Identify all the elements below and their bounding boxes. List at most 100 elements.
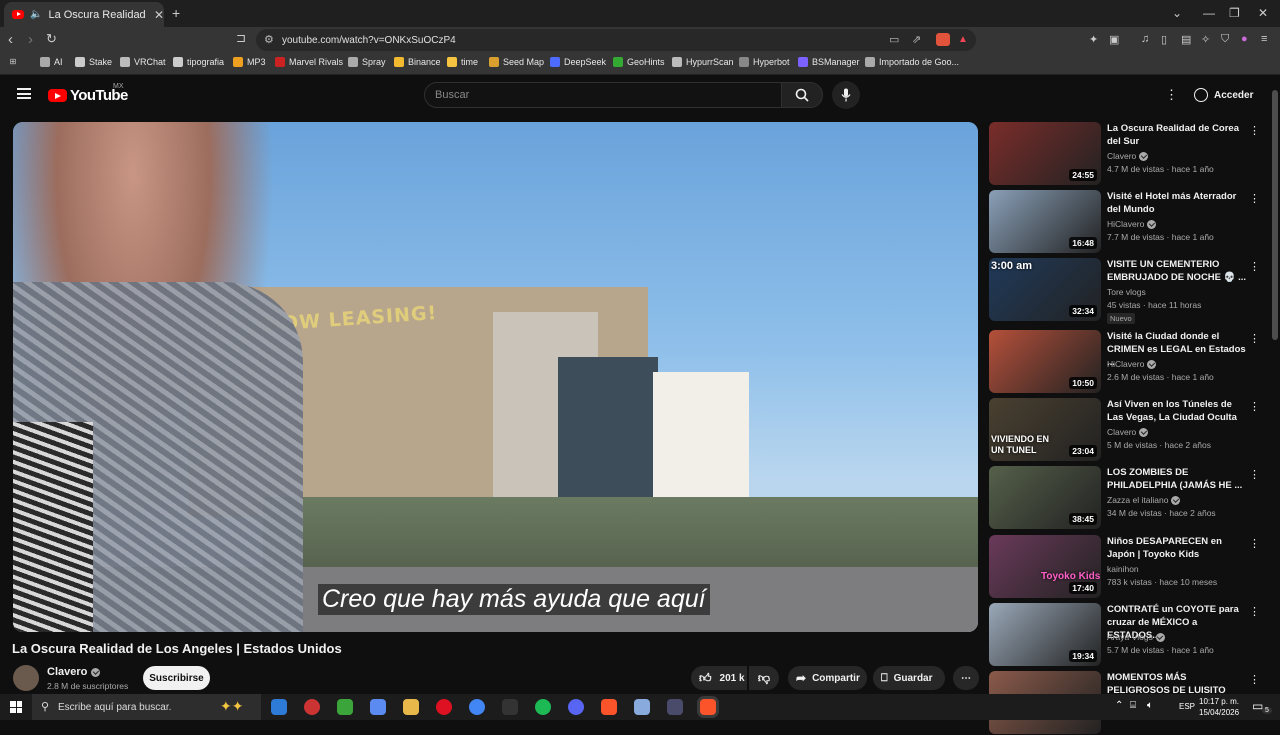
recommended-title[interactable]: VISITE UN CEMENTERIO EMBRUJADO DE NOCHE … [1107, 258, 1247, 284]
recommended-title[interactable]: Niños DESAPARECEN en Japón | Toyoko Kids [1107, 535, 1247, 561]
recommended-channel-row[interactable]: Tore vlogs [1107, 287, 1146, 297]
dislike-button[interactable]: 👎︎ [749, 666, 779, 690]
task-view-icon[interactable] [271, 699, 287, 715]
epic-games-icon[interactable] [502, 699, 518, 715]
recommended-channel[interactable]: Tore vlogs [1107, 287, 1146, 297]
music-icon[interactable]: ♫ [1141, 33, 1149, 45]
taskbar-search-input[interactable]: ⚲ Escribe aquí para buscar. ✦✦ [32, 694, 261, 720]
bookmark-item[interactable]: AI [40, 57, 63, 67]
recommended-channel[interactable]: Clavero [1107, 151, 1136, 161]
search-button[interactable] [781, 82, 823, 108]
tab-search-chevron-icon[interactable]: ⌄ [1172, 6, 1182, 20]
chrome-icon[interactable] [469, 699, 485, 715]
recommended-title[interactable]: Visité el Hotel más Aterrador del Mundo [1107, 190, 1247, 216]
recommended-channel[interactable]: HiClavero [1107, 219, 1144, 229]
app-icon-3[interactable] [667, 699, 683, 715]
language-indicator[interactable]: ESP [1179, 702, 1195, 711]
tab-close-icon[interactable]: ✕ [154, 8, 164, 22]
recommended-channel[interactable]: HiClavero [1107, 359, 1144, 369]
recommended-video[interactable]: VIVIENDO EN UN TUNEL 23:04 Así Viven en lo… [989, 398, 1261, 462]
sidebar-icon[interactable]: ▯ [1161, 33, 1167, 46]
video-player[interactable]: NOW LEASING! Creo que hay más ayuda que … [13, 122, 978, 632]
signin-button[interactable]: Acceder [1188, 83, 1263, 107]
new-tab-button[interactable]: + [172, 5, 180, 21]
recommended-channel-row[interactable]: HiClavero [1107, 219, 1157, 229]
apps-grid-icon[interactable]: ⊞ [8, 57, 18, 67]
brave-active-icon[interactable] [700, 699, 716, 715]
more-actions-button[interactable]: ⋯ [953, 666, 979, 690]
video-thumbnail[interactable]: 3:00 am 32:34 [989, 258, 1101, 321]
address-bar[interactable]: ⚙ youtube.com/watch?v=ONKxSuOCzP4 ▭ ⇗ ▲ [256, 29, 976, 51]
cast-icon[interactable]: ▭ [889, 33, 899, 46]
share-button[interactable]: ➦ Compartir [788, 666, 867, 690]
video-thumbnail[interactable]: 10:50 [989, 330, 1101, 393]
video-thumbnail[interactable]: 24:55 [989, 122, 1101, 185]
windows-start-icon[interactable] [10, 701, 22, 713]
recommended-title[interactable]: LOS ZOMBIES DE PHILADELPHIA (JAMÁS HE ..… [1107, 466, 1247, 492]
recommended-channel[interactable]: Zazza el italiano [1107, 495, 1168, 505]
video-thumbnail[interactable]: 19:34 [989, 603, 1101, 666]
vpn-icon[interactable]: ⛉ [1221, 33, 1229, 46]
more-options-icon[interactable]: ⋮ [1249, 260, 1260, 273]
back-button[interactable]: ‹ [8, 31, 13, 48]
opera-icon[interactable] [436, 699, 452, 715]
brave-shields-icon[interactable] [936, 33, 950, 46]
bookmark-item[interactable]: Binance [394, 57, 441, 67]
bookmark-item[interactable]: tipografia [173, 57, 224, 67]
network-icon[interactable]: ⌸ [1130, 700, 1136, 711]
more-options-icon[interactable]: ⋮ [1249, 537, 1260, 550]
recommended-channel-row[interactable]: Araya Vlogs [1107, 632, 1165, 642]
extensions-icon[interactable]: ✦ [1089, 33, 1098, 46]
bookmark-item[interactable]: Importado de Goo... [865, 57, 959, 67]
save-button[interactable]: ⎕ Guardar [873, 666, 945, 690]
more-options-icon[interactable]: ⋮ [1249, 332, 1260, 345]
more-options-icon[interactable]: ⋮ [1249, 673, 1260, 686]
recommended-video[interactable]: 24:55 La Oscura Realidad de Corea del Sur… [989, 122, 1261, 186]
taskbar-clock[interactable]: 10:17 p. m. 15/04/2026 [1199, 696, 1239, 718]
forward-button[interactable]: › [28, 31, 33, 48]
recommended-video[interactable]: 38:45 LOS ZOMBIES DE PHILADELPHIA (JAMÁS … [989, 466, 1261, 530]
recommended-channel-row[interactable]: HiClavero [1107, 359, 1157, 369]
more-options-icon[interactable]: ⋮ [1249, 400, 1260, 413]
subscribe-button[interactable]: Suscribirse [143, 666, 210, 690]
recommended-channel-row[interactable]: kainihon [1107, 564, 1139, 574]
recommended-title[interactable]: La Oscura Realidad de Corea del Sur [1107, 122, 1247, 148]
search-input[interactable]: Buscar [424, 82, 782, 108]
video-thumbnail[interactable]: VIVIENDO EN UN TUNEL 23:04 [989, 398, 1101, 461]
channel-name[interactable]: Clavero [47, 666, 87, 678]
file-explorer-icon[interactable] [403, 699, 419, 715]
bookmark-icon[interactable]: ⊐ [236, 31, 246, 45]
recommended-channel[interactable]: Araya Vlogs [1107, 632, 1153, 642]
more-options-icon[interactable]: ⋮ [1249, 124, 1260, 137]
site-info-icon[interactable]: ⚙ [264, 33, 274, 46]
bookmark-item[interactable]: HypurrScan [672, 57, 734, 67]
recommended-title[interactable]: Así Viven en los Túneles de Las Vegas, L… [1107, 398, 1247, 424]
copilot-icon[interactable] [370, 699, 386, 715]
bookmark-item[interactable]: Spray [348, 57, 386, 67]
recommended-video[interactable]: 3:00 am 32:34 VISITE UN CEMENTERIO EMBRUJA… [989, 258, 1261, 324]
recommended-video[interactable]: Toyoko Kids 17:40 Niños DESAPARECEN en Jap… [989, 535, 1261, 599]
bookmark-item[interactable]: Seed Map [489, 57, 544, 67]
bookmark-item[interactable]: DeepSeek [550, 57, 606, 67]
app-icon-2[interactable] [634, 699, 650, 715]
volume-icon[interactable]: 🔈︎ [1147, 700, 1153, 711]
recommended-channel[interactable]: kainihon [1107, 564, 1139, 574]
close-window-button[interactable]: ✕ [1258, 6, 1268, 20]
video-thumbnail[interactable]: Toyoko Kids 17:40 [989, 535, 1101, 598]
app-icon-1[interactable] [304, 699, 320, 715]
bookmark-item[interactable]: time [447, 57, 478, 67]
tray-chevron-icon[interactable]: ⌃ [1115, 700, 1123, 711]
browser-tab[interactable]: 🔈 La Oscura Realidad de Los Ang ✕ [4, 2, 164, 27]
profile-icon[interactable]: ● [1241, 33, 1248, 45]
video-thumbnail[interactable]: 38:45 [989, 466, 1101, 529]
bookmark-item[interactable]: VRChat [120, 57, 166, 67]
reload-button[interactable]: ↻ [46, 31, 57, 47]
spotify-icon[interactable] [535, 699, 551, 715]
more-options-icon[interactable]: ⋮ [1249, 468, 1260, 481]
share-icon[interactable]: ⇗ [912, 33, 921, 46]
bookmark-item[interactable]: GeoHints [613, 57, 665, 67]
discord-icon[interactable] [568, 699, 584, 715]
voice-search-button[interactable] [832, 81, 860, 109]
recommended-channel-row[interactable]: Clavero [1107, 151, 1149, 161]
channel-name-row[interactable]: Clavero [47, 666, 101, 678]
